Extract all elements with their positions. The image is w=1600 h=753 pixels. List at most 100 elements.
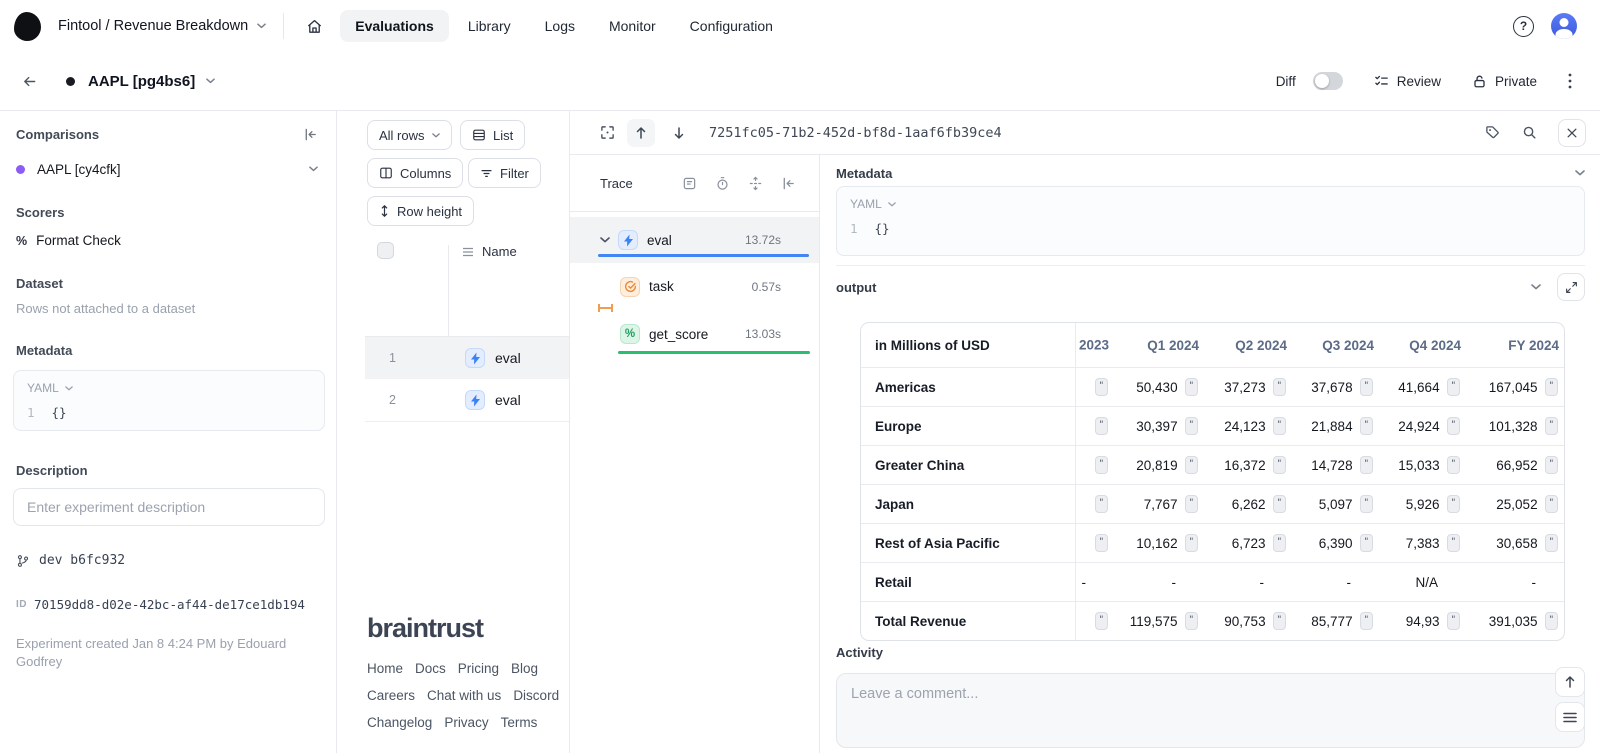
chevron-down-icon[interactable]: [206, 78, 215, 84]
footer-link-row: Careers Chat with us Discord: [367, 688, 559, 703]
row-label: Greater China: [861, 446, 1076, 484]
string-quote-badge: ": [1545, 456, 1558, 474]
footer-link[interactable]: Terms: [501, 715, 538, 730]
string-quote-badge: ": [1447, 378, 1460, 396]
more-menu-button[interactable]: [1568, 73, 1572, 89]
rows-filter-dropdown[interactable]: All rows: [367, 120, 452, 150]
string-quote-badge: ": [1095, 612, 1108, 630]
avatar[interactable]: [1551, 13, 1577, 39]
search-icon[interactable]: [1522, 125, 1537, 140]
chevron-down-icon: [1531, 284, 1541, 290]
footer-link[interactable]: Chat with us: [427, 688, 501, 703]
chevron-down-icon[interactable]: [600, 237, 610, 243]
expand-spans-icon[interactable]: [748, 176, 763, 191]
experiment-title: AAPL [pg4bs6]: [88, 73, 195, 90]
tab-configuration[interactable]: Configuration: [675, 10, 788, 42]
stopwatch-icon[interactable]: [715, 176, 730, 191]
yaml-format-select[interactable]: YAML: [27, 381, 311, 395]
arrow-up-icon: [1563, 675, 1577, 689]
footer-link[interactable]: Docs: [415, 661, 446, 676]
footer-link[interactable]: Home: [367, 661, 403, 676]
footer-link[interactable]: Blog: [511, 661, 538, 676]
table-cell: ": [1076, 368, 1114, 406]
table-row[interactable]: 1 eval: [365, 337, 569, 379]
scorer-item[interactable]: % Format Check: [16, 233, 121, 248]
tab-logs[interactable]: Logs: [530, 10, 590, 42]
section-menu-button[interactable]: [1555, 702, 1585, 732]
privacy-button[interactable]: Private: [1472, 74, 1537, 89]
table-row[interactable]: 2 eval: [365, 379, 569, 421]
project-switcher[interactable]: Fintool / Revenue Breakdown: [58, 18, 266, 34]
table-cell: 41,664": [1379, 368, 1466, 406]
experiment-sidebar: Comparisons AAPL [cy4cfk] Scorers % Form…: [0, 111, 337, 753]
cell-value: 94,93: [1406, 614, 1440, 629]
tag-icon[interactable]: [1485, 125, 1500, 140]
comparison-dot: [16, 165, 25, 174]
divider: [283, 13, 284, 39]
home-button[interactable]: [297, 11, 332, 42]
table-cell: 15,033": [1379, 446, 1466, 484]
table-cell: -: [1292, 563, 1379, 601]
table-cell: -: [1204, 563, 1292, 601]
review-button[interactable]: Review: [1374, 74, 1441, 89]
table-cell: 167,045": [1466, 368, 1564, 406]
metadata-section-header[interactable]: Metadata: [836, 161, 1585, 185]
columns-button[interactable]: Columns: [367, 158, 463, 188]
tab-monitor[interactable]: Monitor: [594, 10, 671, 42]
table-cell: 6,723": [1204, 524, 1292, 562]
footer-link[interactable]: Privacy: [444, 715, 488, 730]
tab-evaluations[interactable]: Evaluations: [340, 10, 449, 42]
filter-button[interactable]: Filter: [468, 158, 541, 188]
collapse-sidebar-icon[interactable]: [303, 127, 318, 142]
comment-input[interactable]: [836, 673, 1585, 748]
collapse-panel-icon[interactable]: [781, 176, 796, 191]
name-column-header[interactable]: Name: [462, 244, 517, 259]
comparison-item[interactable]: AAPL [cy4cfk]: [16, 162, 121, 177]
table-cell: 24,924": [1379, 407, 1466, 445]
metadata-editor[interactable]: YAML 1 {}: [836, 186, 1585, 256]
scroll-top-button[interactable]: [1555, 667, 1585, 697]
select-all-checkbox[interactable]: [377, 242, 394, 259]
string-quote-badge: ": [1185, 378, 1198, 396]
row-height-button[interactable]: Row height: [367, 196, 474, 226]
privacy-label: Private: [1495, 74, 1537, 89]
description-input[interactable]: [13, 488, 325, 526]
output-section-header[interactable]: output: [836, 271, 1585, 303]
column-header: Q1 2024: [1114, 323, 1204, 367]
footer-link[interactable]: Changelog: [367, 715, 432, 730]
diff-toggle[interactable]: [1313, 72, 1343, 90]
cell-value: 10,162: [1136, 536, 1177, 551]
app-logo-icon[interactable]: [14, 12, 41, 41]
metadata-editor[interactable]: YAML 1 {}: [13, 370, 325, 431]
table-cell: 30,397": [1114, 407, 1204, 445]
close-button[interactable]: [1558, 119, 1586, 147]
tab-library[interactable]: Library: [453, 10, 526, 42]
chevron-down-icon[interactable]: [309, 166, 318, 172]
fullscreen-icon[interactable]: [600, 125, 615, 140]
row-name: eval: [495, 350, 521, 366]
span-name: get_score: [649, 327, 708, 342]
footer-link[interactable]: Careers: [367, 688, 415, 703]
yaml-editor-line: 1 {}: [27, 405, 311, 420]
span-name: task: [649, 279, 674, 294]
help-button[interactable]: ?: [1513, 16, 1534, 37]
next-row-button[interactable]: [672, 126, 686, 140]
created-note: Experiment created Jan 8 4:24 PM by Edou…: [16, 635, 292, 672]
table-cell: 94,93": [1379, 602, 1466, 640]
footer-link[interactable]: Discord: [513, 688, 559, 703]
home-icon: [306, 18, 323, 35]
yaml-format-select[interactable]: YAML: [850, 197, 1571, 211]
cell-value: 30,658: [1496, 536, 1537, 551]
git-ref: dev b6fc932: [39, 553, 125, 568]
details-panel-icon[interactable]: [682, 176, 697, 191]
expand-output-button[interactable]: [1557, 273, 1585, 301]
view-mode-button[interactable]: List: [460, 120, 525, 150]
chevron-down-icon: [257, 23, 266, 29]
table-cell: 90,753": [1204, 602, 1292, 640]
table-cell: 37,678": [1292, 368, 1379, 406]
trace-span-task[interactable]: task 0.57s: [570, 263, 819, 310]
previous-row-button[interactable]: [627, 119, 655, 147]
footer-link[interactable]: Pricing: [458, 661, 499, 676]
back-button[interactable]: [22, 74, 37, 89]
cell-value: 20,819: [1136, 458, 1177, 473]
